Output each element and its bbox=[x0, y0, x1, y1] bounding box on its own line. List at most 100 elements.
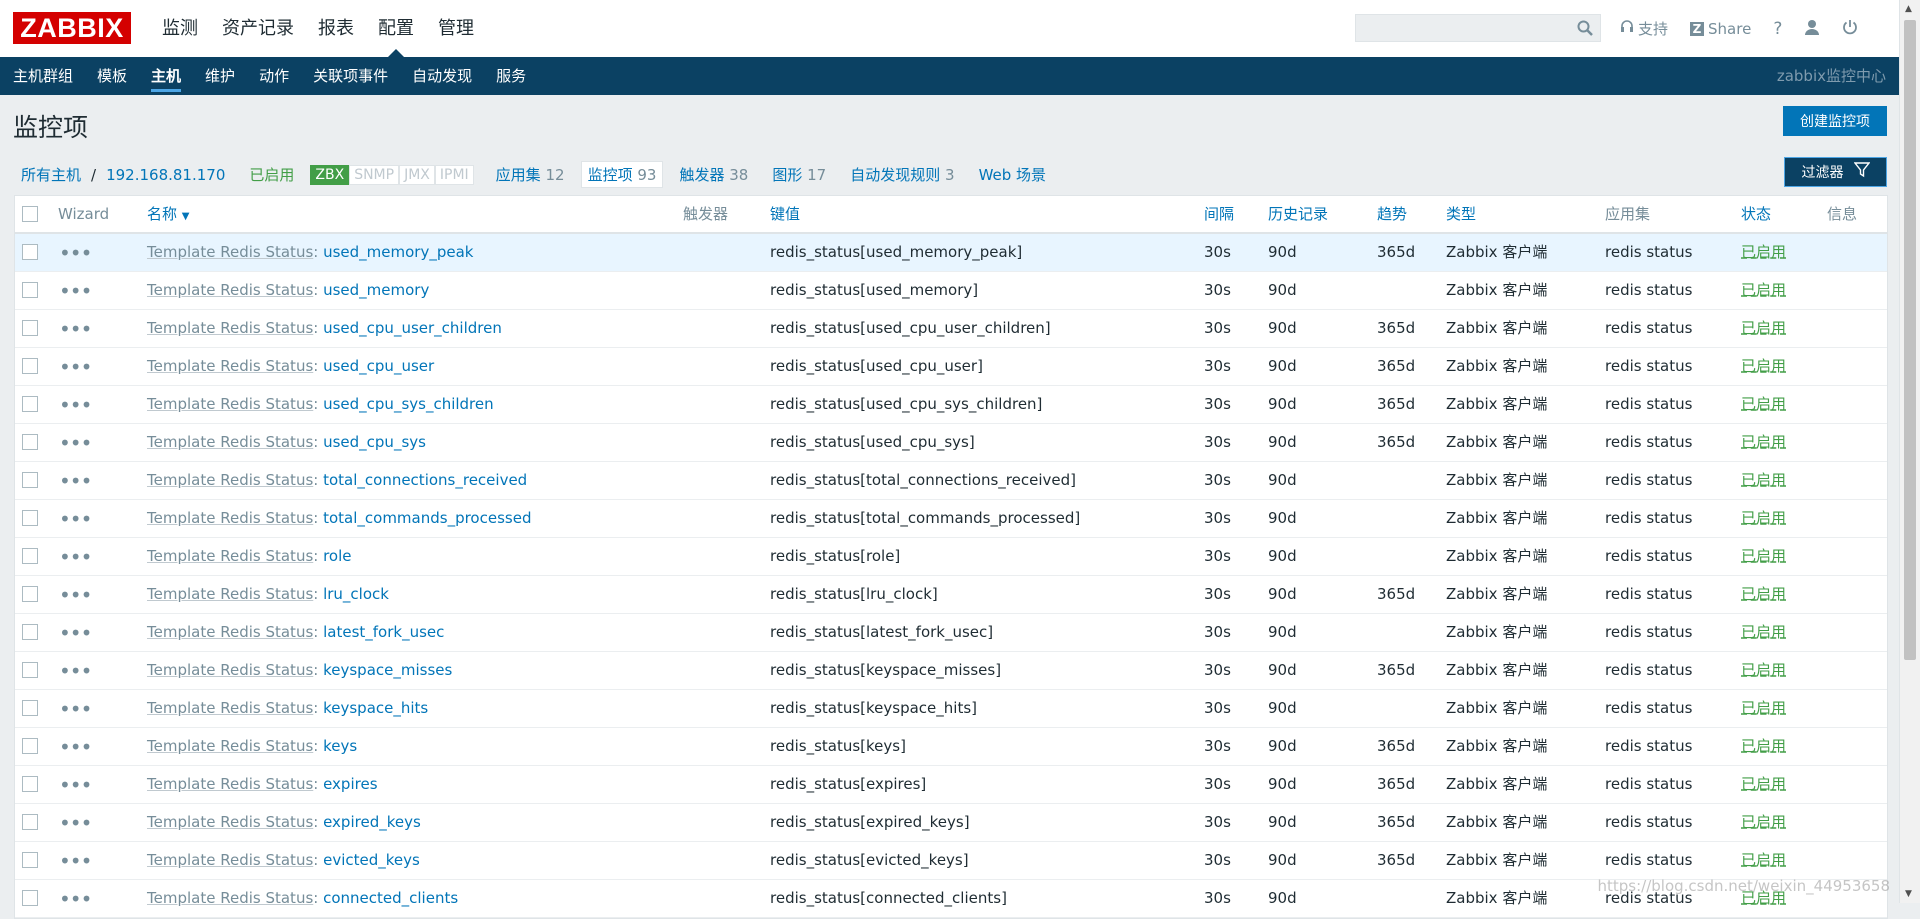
wizard-menu-icon[interactable]: ••• bbox=[59, 694, 92, 724]
col-name[interactable]: 名称 ▼ bbox=[147, 196, 190, 235]
col-trends[interactable]: 趋势 bbox=[1377, 196, 1407, 232]
main-menu-item[interactable]: 报表 bbox=[306, 0, 366, 57]
item-name-link[interactable]: evicted_keys bbox=[323, 851, 420, 869]
sub-menu-item[interactable]: 主机 bbox=[139, 57, 193, 95]
all-hosts-link[interactable]: 所有主机 bbox=[21, 164, 81, 185]
sub-menu-item[interactable]: 模板 bbox=[85, 57, 139, 95]
item-status-toggle[interactable]: 已启用 bbox=[1741, 538, 1786, 575]
tab-graphs[interactable]: 图形 17 bbox=[772, 164, 826, 185]
item-status-toggle[interactable]: 已启用 bbox=[1741, 500, 1786, 537]
row-checkbox[interactable] bbox=[22, 662, 38, 678]
row-checkbox[interactable] bbox=[22, 776, 38, 792]
host-link[interactable]: 192.168.81.170 bbox=[106, 166, 225, 184]
row-checkbox[interactable] bbox=[22, 510, 38, 526]
row-checkbox[interactable] bbox=[22, 700, 38, 716]
item-name-link[interactable]: role bbox=[323, 547, 351, 565]
row-checkbox[interactable] bbox=[22, 472, 38, 488]
row-checkbox[interactable] bbox=[22, 624, 38, 640]
template-link[interactable]: Template Redis Status bbox=[147, 661, 313, 679]
sub-menu-item[interactable]: 动作 bbox=[247, 57, 301, 95]
item-status-toggle[interactable]: 已启用 bbox=[1741, 652, 1786, 689]
item-status-toggle[interactable]: 已启用 bbox=[1741, 842, 1786, 879]
help-button[interactable]: ? bbox=[1773, 19, 1782, 39]
search-input[interactable] bbox=[1356, 15, 1582, 41]
row-checkbox[interactable] bbox=[22, 890, 38, 906]
wizard-menu-icon[interactable]: ••• bbox=[59, 618, 92, 648]
page-scrollbar[interactable]: ▲ ▼ bbox=[1899, 0, 1920, 903]
template-link[interactable]: Template Redis Status bbox=[147, 395, 313, 413]
item-name-link[interactable]: used_cpu_sys bbox=[323, 433, 426, 451]
main-menu-item[interactable]: 配置 bbox=[366, 0, 426, 57]
item-name-link[interactable]: total_connections_received bbox=[323, 471, 527, 489]
item-status-toggle[interactable]: 已启用 bbox=[1741, 386, 1786, 423]
wizard-menu-icon[interactable]: ••• bbox=[59, 314, 92, 344]
row-checkbox[interactable] bbox=[22, 320, 38, 336]
item-status-toggle[interactable]: 已启用 bbox=[1741, 310, 1786, 347]
col-interval[interactable]: 间隔 bbox=[1204, 196, 1234, 232]
sub-menu-item[interactable]: 主机群组 bbox=[0, 57, 85, 95]
scroll-up-arrow-icon[interactable]: ▲ bbox=[1905, 4, 1912, 14]
item-status-toggle[interactable]: 已启用 bbox=[1741, 234, 1786, 271]
main-menu-item[interactable]: 管理 bbox=[426, 0, 486, 57]
select-all-checkbox[interactable] bbox=[22, 206, 38, 222]
row-checkbox[interactable] bbox=[22, 586, 38, 602]
logout-button[interactable] bbox=[1842, 19, 1858, 39]
item-name-link[interactable]: latest_fork_usec bbox=[323, 623, 444, 641]
row-checkbox[interactable] bbox=[22, 548, 38, 564]
zabbix-logo[interactable]: ZABBIX bbox=[13, 12, 131, 44]
template-link[interactable]: Template Redis Status bbox=[147, 471, 313, 489]
sub-menu-item[interactable]: 维护 bbox=[193, 57, 247, 95]
wizard-menu-icon[interactable]: ••• bbox=[59, 238, 92, 268]
tab-triggers[interactable]: 触发器 38 bbox=[679, 164, 748, 185]
template-link[interactable]: Template Redis Status bbox=[147, 319, 313, 337]
item-name-link[interactable]: expires bbox=[323, 775, 377, 793]
item-name-link[interactable]: keys bbox=[323, 737, 357, 755]
col-status[interactable]: 状态 bbox=[1741, 196, 1771, 232]
wizard-menu-icon[interactable]: ••• bbox=[59, 656, 92, 686]
template-link[interactable]: Template Redis Status bbox=[147, 433, 313, 451]
col-key[interactable]: 键值 bbox=[770, 196, 800, 232]
scrollbar-thumb[interactable] bbox=[1904, 20, 1916, 660]
template-link[interactable]: Template Redis Status bbox=[147, 699, 313, 717]
item-name-link[interactable]: expired_keys bbox=[323, 813, 421, 831]
wizard-menu-icon[interactable]: ••• bbox=[59, 352, 92, 382]
item-name-link[interactable]: lru_clock bbox=[323, 585, 389, 603]
template-link[interactable]: Template Redis Status bbox=[147, 737, 313, 755]
wizard-menu-icon[interactable]: ••• bbox=[59, 466, 92, 496]
item-status-toggle[interactable]: 已启用 bbox=[1741, 728, 1786, 765]
sub-menu-item[interactable]: 服务 bbox=[484, 57, 538, 95]
wizard-menu-icon[interactable]: ••• bbox=[59, 884, 92, 914]
support-link[interactable]: 支持 bbox=[1620, 18, 1668, 39]
wizard-menu-icon[interactable]: ••• bbox=[59, 808, 92, 838]
filter-toggle-button[interactable]: 过滤器 bbox=[1784, 157, 1887, 187]
create-item-button[interactable]: 创建监控项 bbox=[1783, 106, 1887, 136]
template-link[interactable]: Template Redis Status bbox=[147, 623, 313, 641]
template-link[interactable]: Template Redis Status bbox=[147, 509, 313, 527]
share-link[interactable]: Z Share bbox=[1690, 20, 1751, 38]
sub-menu-item[interactable]: 自动发现 bbox=[400, 57, 484, 95]
item-name-link[interactable]: connected_clients bbox=[323, 889, 458, 907]
item-status-toggle[interactable]: 已启用 bbox=[1741, 348, 1786, 385]
tab-applications[interactable]: 应用集 12 bbox=[496, 164, 565, 185]
template-link[interactable]: Template Redis Status bbox=[147, 281, 313, 299]
item-status-toggle[interactable]: 已启用 bbox=[1741, 766, 1786, 803]
tab-discovery-rules[interactable]: 自动发现规则 3 bbox=[850, 164, 954, 185]
template-link[interactable]: Template Redis Status bbox=[147, 585, 313, 603]
wizard-menu-icon[interactable]: ••• bbox=[59, 846, 92, 876]
wizard-menu-icon[interactable]: ••• bbox=[59, 732, 92, 762]
item-name-link[interactable]: total_commands_processed bbox=[323, 509, 531, 527]
row-checkbox[interactable] bbox=[22, 738, 38, 754]
item-name-link[interactable]: used_memory bbox=[323, 281, 429, 299]
row-checkbox[interactable] bbox=[22, 358, 38, 374]
row-checkbox[interactable] bbox=[22, 814, 38, 830]
wizard-menu-icon[interactable]: ••• bbox=[59, 504, 92, 534]
wizard-menu-icon[interactable]: ••• bbox=[59, 580, 92, 610]
sub-menu-item[interactable]: 关联项事件 bbox=[301, 57, 400, 95]
template-link[interactable]: Template Redis Status bbox=[147, 243, 313, 261]
item-name-link[interactable]: used_cpu_sys_children bbox=[323, 395, 494, 413]
main-menu-item[interactable]: 监测 bbox=[150, 0, 210, 57]
template-link[interactable]: Template Redis Status bbox=[147, 851, 313, 869]
row-checkbox[interactable] bbox=[22, 244, 38, 260]
tab-web-scenarios[interactable]: Web 场景 bbox=[979, 164, 1046, 185]
template-link[interactable]: Template Redis Status bbox=[147, 813, 313, 831]
